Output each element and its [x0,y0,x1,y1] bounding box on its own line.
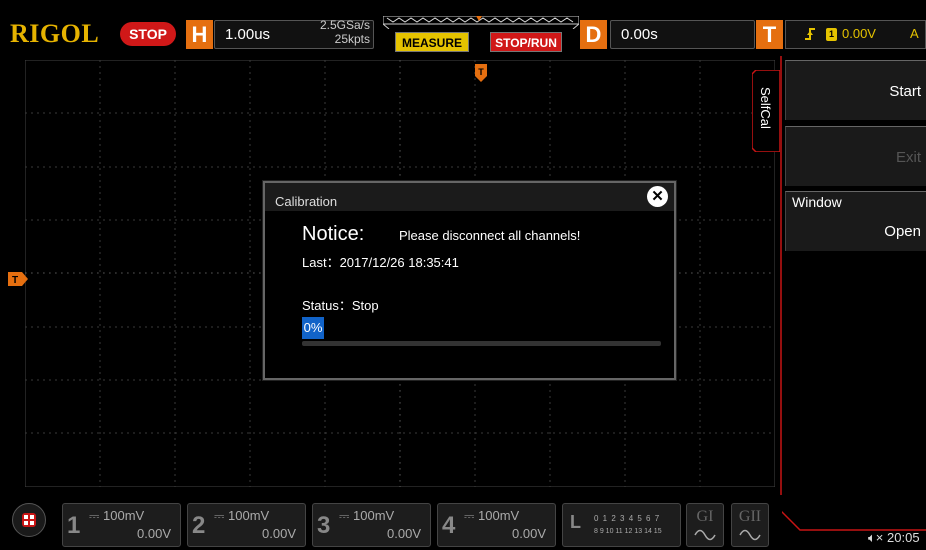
progress-percent: 0% [302,317,324,339]
channel-4-box[interactable]: 4 ⎓ 100mV 0.00V [437,503,556,547]
last-calibration-time: Last：2017/12/26 18:35:41 [302,255,459,270]
dialog-title: Calibration [275,194,338,209]
progress-bar [302,341,661,346]
memory-timeline [383,16,579,29]
generator-label: GI [696,508,714,525]
menu-item-exit[interactable]: Exit [785,126,926,186]
logic-analyzer-box[interactable]: L 0 1 2 3 4 5 6 7 8 9 10 11 12 13 14 15 [562,503,681,547]
channel-number: 3 [317,512,331,539]
timebase-value: 1.00us [225,26,271,43]
menu-window-value: Open [884,223,921,240]
delay-field[interactable]: 0.00s [610,20,755,49]
trigger-field[interactable]: 1 0.00V A [785,20,926,49]
generator-label: GII [738,508,762,525]
trigger-mode: A [910,26,919,41]
menu-item-window[interactable]: Window Open [785,191,926,251]
menu-exit-label: Exit [895,149,921,166]
calibration-status: Status：Stop [302,298,379,313]
clock: 🔈︎× 20:05 [868,530,920,546]
menu-item-start[interactable]: Start [785,60,926,120]
channel-offset: 0.00V [512,526,546,541]
sine-wave-icon [694,529,716,541]
channel-scale: ⎓ 100mV [339,508,395,523]
home-button[interactable] [12,503,46,537]
trigger-position-marker[interactable]: T [475,64,487,82]
channel-offset: 0.00V [262,526,296,541]
channel-2-box[interactable]: 2 ⎓ 100mV 0.00V [187,503,306,547]
logic-channels-low: 0 1 2 3 4 5 6 7 [594,514,661,523]
delay-label[interactable]: D [580,20,607,49]
memory-depth: 25kpts [334,32,370,46]
notice-message: Please disconnect all channels! [399,228,581,243]
calibration-dialog: Calibration ✕ Notice: Please disconnect … [263,181,676,380]
svg-text:T: T [12,275,18,286]
svg-text:T: T [478,67,484,77]
generator-1-box[interactable]: GI [686,503,724,547]
dialog-header: Calibration ✕ [265,183,674,211]
close-icon[interactable]: ✕ [647,186,668,207]
rising-edge-icon [804,27,816,44]
menu-window-title: Window [792,194,842,210]
speaker-muted-icon[interactable]: 🔈︎× [868,530,883,545]
channel-1-box[interactable]: 1 ⎓ 100mV 0.00V [62,503,181,547]
logic-channels-high: 8 9 10 11 12 13 14 15 [594,528,662,535]
channel-offset: 0.00V [387,526,421,541]
trigger-level-marker[interactable]: T [8,272,28,286]
channel-scale: ⎓ 100mV [464,508,520,523]
delay-value: 0.00s [621,26,658,43]
trigger-level: 0.00V [842,26,876,41]
horizontal-label[interactable]: H [186,20,213,49]
grid-menu-icon [22,513,36,527]
logic-label: L [570,512,581,532]
selfcal-tab-label: SelfCal [758,87,773,129]
measure-button[interactable]: MEASURE [395,32,469,52]
channel-number: 1 [67,512,81,539]
run-state-badge[interactable]: STOP [120,22,176,46]
channel-number: 4 [442,512,456,539]
channel-scale: ⎓ 100mV [89,508,145,523]
channel-3-box[interactable]: 3 ⎓ 100mV 0.00V [312,503,431,547]
sample-rate: 2.5GSa/s [319,18,370,32]
sine-wave-icon [739,529,761,541]
brand-logo: RIGOL [10,19,100,48]
top-status-bar: RIGOL STOP H 1.00us 2.5GSa/s 25kpts MEAS… [0,0,926,56]
acquisition-info: 2.5GSa/s 25kpts [300,18,370,46]
trigger-source: 1 [826,28,837,41]
clock-time: 20:05 [887,530,920,545]
menu-start-label: Start [889,83,921,100]
channel-number: 2 [192,512,206,539]
generator-2-box[interactable]: GII [731,503,769,547]
trigger-label[interactable]: T [756,20,783,49]
stop-run-button[interactable]: STOP/RUN [490,32,562,52]
channel-scale: ⎓ 100mV [214,508,270,523]
notice-heading: Notice: [302,223,365,245]
channel-offset: 0.00V [137,526,171,541]
